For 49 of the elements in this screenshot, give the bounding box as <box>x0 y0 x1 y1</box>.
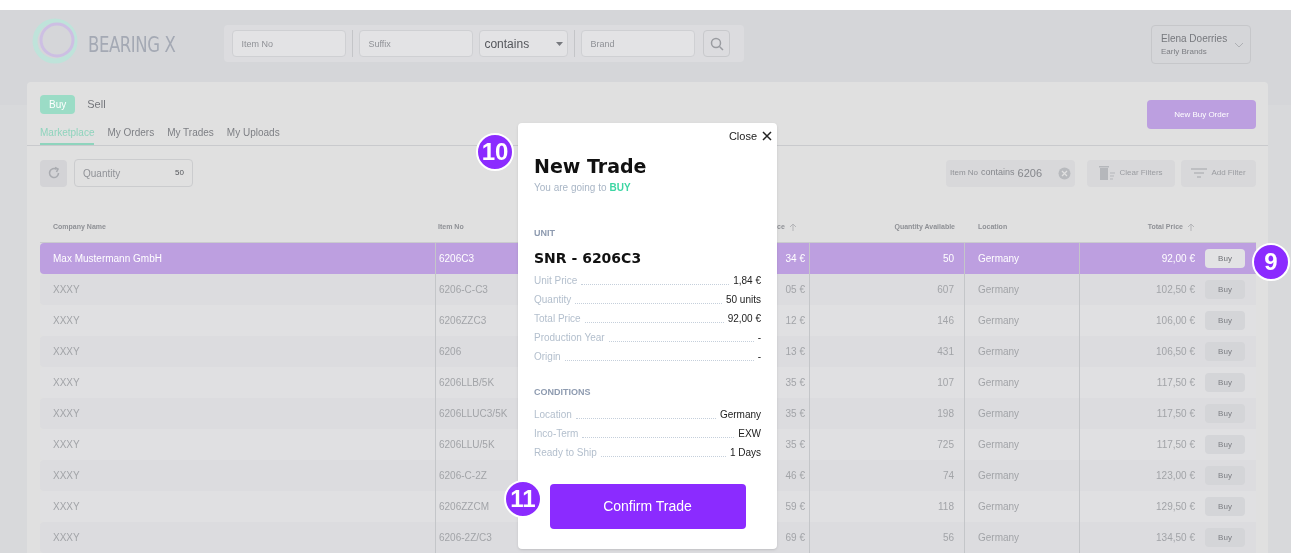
quantity-value: 50 <box>175 167 184 179</box>
table-cell-text: XXXY <box>52 376 81 390</box>
table-cell-text: 117,50 € <box>1155 407 1196 421</box>
section-heading: CONDITIONS <box>534 385 592 399</box>
quantity-placeholder: Quantity <box>83 166 121 181</box>
table-cell-text: 117,50 € <box>1155 376 1196 390</box>
table-cell: Germany <box>965 522 1080 553</box>
user-name: Elena Doerries <box>1161 32 1228 46</box>
table-cell-text: XXXY <box>52 314 81 328</box>
detail-value: 50 units <box>725 292 761 307</box>
table-cell-text: XXXY <box>52 469 81 483</box>
dialog-subtitle: You are going to <box>534 181 607 196</box>
detail-value: 1 Days <box>729 446 761 461</box>
table-cell-text: 106,00 € <box>1155 314 1196 328</box>
detail-value: - <box>757 349 761 364</box>
dialog-title: New Trade <box>534 154 648 179</box>
table-cell-text: 92,00 € <box>1160 252 1196 266</box>
detail-label: Total Price <box>534 311 581 326</box>
table-cell-text: 117,50 € <box>1155 438 1196 452</box>
detail-value: EXW <box>738 427 761 442</box>
section-heading: UNIT <box>534 227 556 241</box>
detail-label: Unit Price <box>534 273 578 288</box>
detail-label: Location <box>534 408 572 423</box>
company-name: Early Brands <box>1161 46 1207 58</box>
table-cell-text: XXXY <box>52 345 81 359</box>
table-cell-text: 123,00 € <box>1155 469 1196 483</box>
table-cell-text: XXXY <box>52 407 81 421</box>
filter-value: 6206 <box>1017 165 1043 181</box>
detail-label: Inco-Term <box>534 427 579 442</box>
detail-value: 92,00 € <box>727 311 761 326</box>
detail-label: Production Year <box>534 330 605 345</box>
detail-label: Ready to Ship <box>534 446 597 461</box>
product-name: SNR - 6206C3 <box>534 248 643 268</box>
table-cell-text: XXXY <box>52 500 81 514</box>
detail-value: Germany <box>719 408 761 423</box>
table-cell-text: XXXY <box>52 283 81 297</box>
detail-value: 1,84 € <box>733 273 761 288</box>
trade-side: BUY <box>609 181 631 196</box>
filter-field: Item No <box>950 167 978 179</box>
table-cell: 56 <box>810 522 965 553</box>
table-cell-text: XXXY <box>52 531 81 545</box>
table-cell-text: Max Mustermann GmbH <box>52 252 163 266</box>
detail-label: Quantity <box>534 292 572 307</box>
detail-value: - <box>757 330 761 345</box>
table-cell-text: XXXY <box>52 438 81 452</box>
table-cell-text: 129,50 € <box>1155 500 1196 514</box>
filter-condition: contains <box>981 166 1015 180</box>
detail-label: Origin <box>534 349 561 364</box>
table-cell-text: 134,50 € <box>1155 531 1196 545</box>
